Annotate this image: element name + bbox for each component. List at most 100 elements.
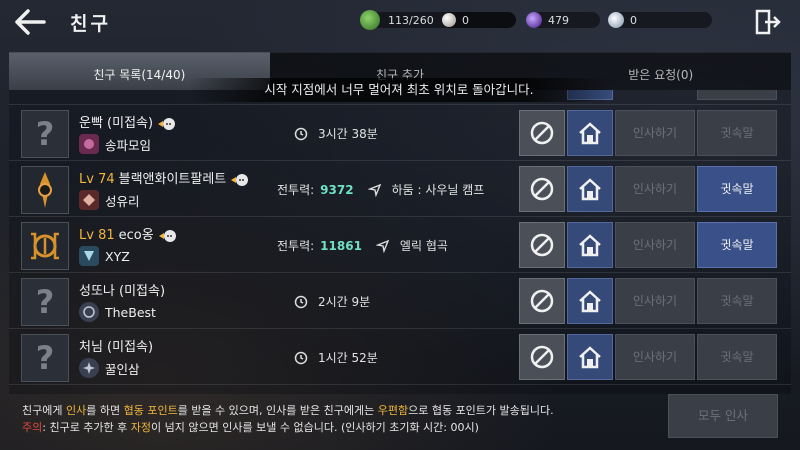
list-item: ? 운빡 (미접속) 송파모임 3시간 38분 인사하기 귓속말 xyxy=(9,106,791,161)
visit-home-button[interactable] xyxy=(567,166,613,212)
last-online: 3시간 38분 xyxy=(294,125,378,142)
chat-bubble-icon[interactable] xyxy=(158,228,176,244)
list-item: ? 성또나 (미접속) TheBest 2시간 9분 인사하기 귓속말 xyxy=(9,274,791,329)
greet-all-button[interactable]: 모두 인사 xyxy=(668,394,778,438)
friend-name-text: 블랙앤화이트팔레트 xyxy=(118,172,227,187)
friend-name: 성또나 (미접속) xyxy=(79,280,165,299)
pearl-icon xyxy=(442,13,456,27)
exit-door-icon[interactable] xyxy=(754,8,782,36)
guild-name: TheBest xyxy=(105,304,156,320)
friend-list[interactable]: ? 운빡 (미접속) 송파모임 3시간 38분 인사하기 귓속말 Lv 74 블랙… xyxy=(9,90,791,394)
resource-pearl: 0 xyxy=(442,10,522,30)
silver-coin-icon xyxy=(608,12,624,28)
footer-highlight: 인사 xyxy=(65,404,87,417)
footer-text: 를 받을 수 있으며, 인사를 받은 친구에게는 xyxy=(177,404,378,417)
block-icon xyxy=(530,233,554,257)
footer-text: : 친구로 추가한 후 xyxy=(42,421,131,434)
footer-text: 으로 협동 포인트가 발송됩니다. xyxy=(408,404,554,417)
guild-emblem-icon xyxy=(79,358,99,378)
chat-bubble-icon[interactable] xyxy=(157,116,176,132)
whisper-button[interactable]: 귓속말 xyxy=(697,166,777,212)
resource-coin: 0 xyxy=(608,10,718,30)
greet-button[interactable]: 인사하기 xyxy=(615,110,695,156)
friend-name-text: 성또나 (미접속) xyxy=(79,284,166,299)
guild-info: 송파모임 xyxy=(79,134,151,154)
warning-label: 주의 xyxy=(22,421,43,434)
block-button[interactable] xyxy=(519,222,565,268)
guild-info: 성유리 xyxy=(79,190,140,210)
whisper-button[interactable]: 귓속말 xyxy=(697,222,777,268)
block-icon xyxy=(530,177,554,201)
toast-message: 시작 지점에서 너무 멀어져 최초 위치로 돌아갑니다. xyxy=(189,78,609,102)
back-arrow-icon[interactable] xyxy=(12,6,48,38)
list-item: Lv 74 블랙앤화이트팔레트 성유리 전투력: 9372 하둠 : 사우닐 캠프 인… xyxy=(9,162,791,217)
guild-info: 꿀인삼 xyxy=(79,358,140,378)
greet-button[interactable]: 인사하기 xyxy=(615,166,695,212)
combat-power: 11861 xyxy=(320,238,362,253)
greet-button[interactable]: 인사하기 xyxy=(615,278,695,324)
list-item: ? 처님 (미접속) 꿀인삼 1시간 52분 인사하기 귓속말 xyxy=(9,330,791,385)
clock-icon xyxy=(294,295,308,308)
block-button[interactable] xyxy=(519,166,565,212)
clock-icon xyxy=(294,127,308,140)
footer-highlight: 협동 포인트 xyxy=(123,404,178,417)
visit-home-button[interactable] xyxy=(567,278,613,324)
visit-home-button[interactable] xyxy=(567,110,613,156)
last-online-time: 3시간 38분 xyxy=(318,127,378,141)
page-title: 친구 xyxy=(70,13,111,35)
last-online-time: 2시간 9분 xyxy=(318,295,371,309)
combat-power: 9372 xyxy=(320,182,354,197)
friend-level: Lv 74 xyxy=(79,172,115,187)
block-icon xyxy=(530,121,554,145)
friend-level: Lv 81 xyxy=(79,228,115,243)
friend-name-text: 운빡 (미접속) xyxy=(79,116,154,131)
block-button[interactable] xyxy=(519,110,565,156)
avatar[interactable]: ? xyxy=(21,110,69,158)
friend-name: Lv 74 블랙앤화이트팔레트 xyxy=(79,168,249,188)
guild-emblem-icon xyxy=(79,190,99,210)
friend-location: 엘릭 협곡 xyxy=(399,239,448,253)
house-icon xyxy=(579,234,601,257)
guild-info: TheBest xyxy=(79,302,156,322)
block-icon xyxy=(530,345,554,369)
footer-text: 친구에게 xyxy=(22,404,66,417)
footer-text: 이 넘지 않으면 인사를 보낼 수 없습니다. (인사하기 초기화 시간: 00… xyxy=(151,421,479,434)
whisper-button[interactable]: 귓속말 xyxy=(697,334,777,380)
whisper-button[interactable]: 귓속말 xyxy=(697,278,777,324)
avatar[interactable]: ? xyxy=(21,278,69,326)
whisper-button[interactable]: 귓속말 xyxy=(697,110,777,156)
house-icon xyxy=(579,346,601,369)
footer-highlight: 자정 xyxy=(130,421,152,434)
friend-name: 운빡 (미접속) xyxy=(79,112,176,132)
block-button[interactable] xyxy=(519,334,565,380)
friend-name-text: eco옹 xyxy=(118,228,154,243)
friends-panel: 친구 목록(14/40) 친구 추가 받은 요청(0) 시작 지점에서 너무 멀… xyxy=(9,52,792,394)
house-icon xyxy=(579,178,601,201)
guild-emblem-icon xyxy=(79,246,99,266)
footer-info-line: 친구에게 인사를 하면 협동 포인트를 받을 수 있으며, 인사를 받은 친구에… xyxy=(22,402,554,418)
chat-bubble-icon[interactable] xyxy=(230,172,249,188)
whisper-button[interactable] xyxy=(697,90,777,100)
visit-home-button[interactable] xyxy=(567,222,613,268)
footer-text: 를 하면 xyxy=(86,404,124,417)
block-button[interactable] xyxy=(519,278,565,324)
friend-status: 전투력: 11861 엘릭 협곡 xyxy=(277,237,448,254)
friend-name: 처님 (미접속) xyxy=(79,336,153,355)
friend-name-text: 처님 (미접속) xyxy=(79,340,154,355)
power-label: 전투력: xyxy=(277,239,315,253)
purple-gem-icon xyxy=(526,12,542,28)
avatar[interactable]: ? xyxy=(21,334,69,382)
class-emblem-icon xyxy=(31,232,59,260)
visit-home-button[interactable] xyxy=(567,334,613,380)
resource-gem: 479 xyxy=(526,10,606,30)
list-item: Lv 81 eco옹 XYZ 전투력: 11861 엘릭 협곡 인사하기 귓속말 xyxy=(9,218,791,273)
avatar[interactable] xyxy=(21,222,69,270)
guild-name: XYZ xyxy=(105,248,130,264)
green-leaf-icon xyxy=(360,10,380,30)
guild-name: 성유리 xyxy=(105,193,140,209)
clock-icon xyxy=(294,351,308,364)
guild-name: 송파모임 xyxy=(105,137,152,153)
avatar[interactable] xyxy=(21,166,69,214)
greet-button[interactable]: 인사하기 xyxy=(615,334,695,380)
greet-button[interactable]: 인사하기 xyxy=(615,222,695,268)
